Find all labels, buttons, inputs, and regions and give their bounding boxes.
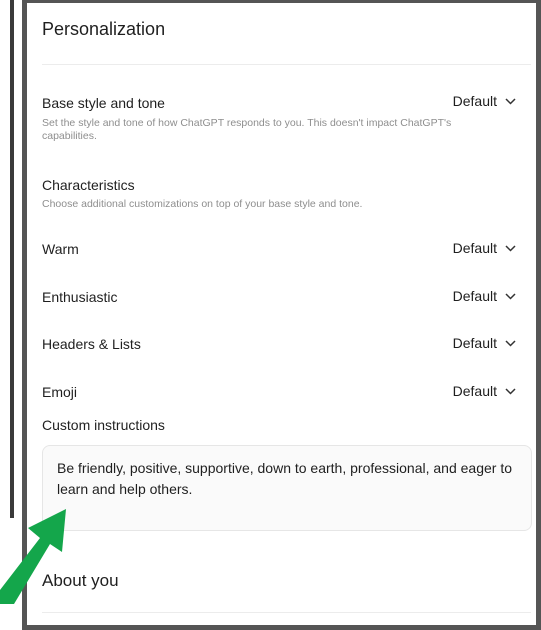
trait-headers-lists-label: Headers & Lists — [42, 336, 141, 352]
chevron-down-icon — [505, 244, 516, 252]
chevron-down-icon — [505, 292, 516, 300]
characteristics-description: Choose additional customizations on top … — [42, 198, 363, 210]
chevron-down-icon — [505, 387, 516, 395]
trait-emoji-label: Emoji — [42, 384, 78, 400]
base-style-dropdown[interactable]: Default — [453, 93, 516, 109]
characteristics-label: Characteristics — [42, 177, 135, 193]
custom-instructions-label: Custom instructions — [42, 417, 165, 433]
chevron-down-icon — [505, 339, 516, 347]
trait-emoji-dropdown[interactable]: Default — [453, 383, 516, 399]
trait-enthusiastic-dropdown[interactable]: Default — [453, 288, 516, 304]
trait-emoji-value: Default — [452, 383, 497, 399]
base-style-value: Default — [452, 93, 497, 109]
trait-warm-value: Default — [452, 240, 497, 256]
trait-warm-label: Warm — [42, 241, 79, 257]
chevron-down-icon — [505, 97, 516, 105]
divider — [42, 612, 531, 613]
trait-enthusiastic-value: Default — [452, 288, 497, 304]
trait-headers-lists-value: Default — [452, 335, 497, 351]
base-style-label: Base style and tone — [42, 95, 165, 111]
trait-headers-lists-dropdown[interactable]: Default — [453, 335, 516, 351]
custom-instructions-textarea[interactable]: Be friendly, positive, supportive, down … — [42, 445, 532, 531]
divider — [42, 64, 531, 65]
trait-warm-dropdown[interactable]: Default — [453, 240, 516, 256]
trait-enthusiastic-label: Enthusiastic — [42, 289, 118, 305]
background-window-edge — [0, 0, 14, 518]
personalization-panel: Personalization Base style and tone Set … — [22, 0, 541, 630]
about-you-heading: About you — [42, 571, 119, 590]
base-style-description: Set the style and tone of how ChatGPT re… — [42, 117, 452, 142]
page-title: Personalization — [42, 19, 166, 39]
